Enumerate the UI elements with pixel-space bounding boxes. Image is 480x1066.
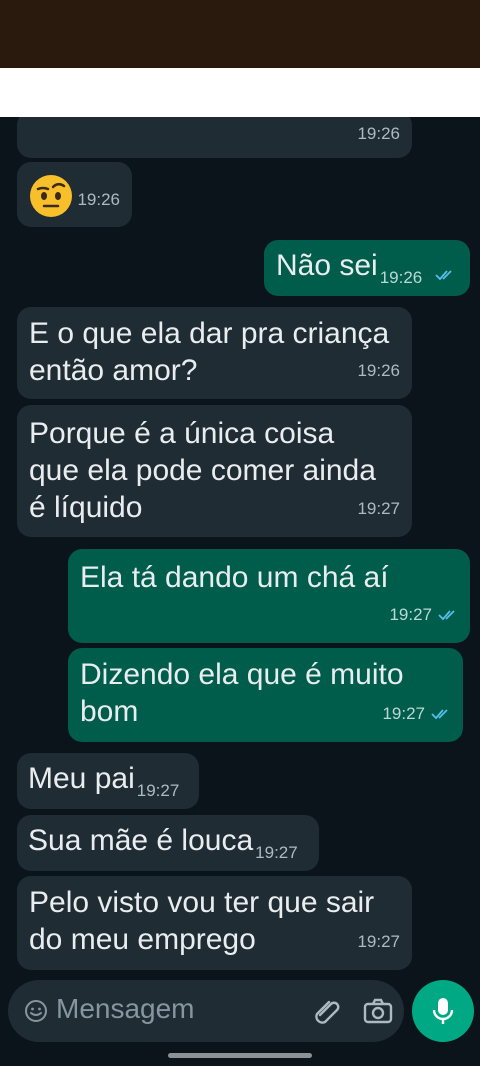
message-text-line: Dizendo ela que é muito	[80, 658, 404, 691]
message-text-line: Porque é a única coisa	[29, 417, 335, 450]
status-bar	[0, 0, 480, 68]
message-bubble-out[interactable]: Ela tá dando um chá aí 19:27	[68, 549, 470, 643]
voice-message-button[interactable]	[412, 980, 474, 1042]
message-text: Não sei	[276, 249, 378, 282]
attach-icon[interactable]	[312, 996, 342, 1026]
camera-icon[interactable]	[362, 996, 394, 1026]
message-text-line: E o que ela dar pra criança	[29, 317, 390, 350]
message-bubble-in[interactable]: 19:26	[17, 117, 412, 158]
home-indicator[interactable]	[168, 1053, 312, 1058]
message-text: Meu pai	[28, 762, 135, 795]
message-time: 19:26	[77, 190, 120, 209]
message-time: 19:27	[389, 596, 458, 633]
message-input[interactable]: Mensagem	[56, 993, 195, 1025]
chat-area[interactable]: 19:26 19:26 Não sei 19:26 E o que ela dar…	[0, 117, 480, 973]
message-time: 19:27	[136, 781, 180, 800]
read-checkmarks-icon	[431, 708, 448, 719]
message-bubble-in[interactable]: 19:26	[17, 162, 132, 227]
emoji-icon[interactable]	[24, 999, 48, 1023]
message-bubble-in[interactable]: Porque é a única coisa que ela pode come…	[17, 405, 412, 537]
message-text: Sua mãe é louca	[28, 824, 254, 857]
read-checkmarks-icon	[438, 609, 455, 620]
message-time: 19:27	[382, 695, 451, 732]
message-bubble-out[interactable]: Dizendo ela que é muito bom 19:27	[68, 648, 463, 742]
message-text-line: é líquido	[29, 491, 143, 524]
message-time: 19:27	[255, 843, 298, 862]
message-bubble-in[interactable]: Meu pai 19:27	[17, 753, 199, 809]
message-bubble-in[interactable]: Pelo visto vou ter que sair do meu empre…	[17, 876, 412, 970]
message-composer[interactable]: Mensagem	[8, 980, 404, 1042]
mic-icon	[432, 998, 454, 1024]
message-time: 19:26	[379, 268, 423, 287]
message-text: Ela tá dando um chá aí	[80, 561, 389, 594]
message-text-line: do meu emprego	[29, 923, 256, 956]
message-text-line: que ela pode comer ainda	[29, 454, 376, 487]
message-time: 19:26	[357, 361, 400, 380]
message-text-line: então amor?	[29, 354, 198, 387]
message-bubble-in[interactable]: Sua mãe é louca 19:27	[17, 815, 319, 871]
message-time: 19:27	[357, 932, 400, 951]
message-bubble-in[interactable]: E o que ela dar pra criança então amor? …	[17, 307, 412, 399]
header-bar	[0, 68, 480, 117]
message-time: 19:26	[357, 124, 400, 143]
message-text-line: Pelo visto vou ter que sair	[29, 886, 375, 919]
read-checkmarks-icon	[434, 270, 452, 281]
message-bubble-out[interactable]: Não sei 19:26	[264, 240, 470, 296]
face-with-raised-eyebrow-emoji	[30, 175, 72, 217]
message-time: 19:27	[357, 499, 400, 518]
